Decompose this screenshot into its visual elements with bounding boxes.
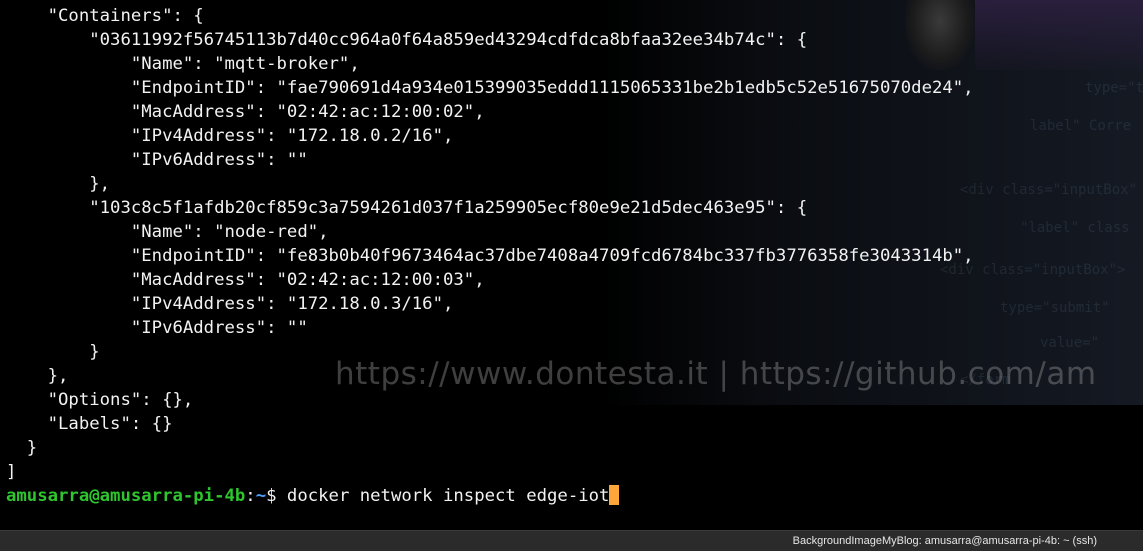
prompt-separator: : xyxy=(245,486,256,506)
terminal-output-line: } xyxy=(6,342,100,362)
terminal-output-line: "EndpointID": "fe83b0b40f9673464ac37dbe7… xyxy=(6,246,974,266)
terminal-output-line: "03611992f56745113b7d40cc964a0f64a859ed4… xyxy=(6,30,808,50)
terminal-output-line: "IPv4Address": "172.18.0.3/16", xyxy=(6,294,454,314)
terminal-output-line: "Containers": { xyxy=(6,6,204,26)
watermark-text: https://www.dontesta.it | https://github… xyxy=(335,356,1097,392)
status-bar: BackgroundImageMyBlog: amusarra@amusarra… xyxy=(0,530,1143,551)
terminal-output-line: }, xyxy=(6,174,111,194)
background-code-text: <div class="inputBox" xyxy=(960,182,1138,198)
terminal-output-line: } xyxy=(6,438,38,458)
background-image-accent xyxy=(975,0,1143,70)
command-prompt-line[interactable]: amusarra@amusarra-pi-4b:~$ docker networ… xyxy=(6,484,620,508)
terminal-output-line: }, xyxy=(6,366,69,386)
prompt-path: ~ xyxy=(255,486,267,506)
terminal-output-line: "Name": "mqtt-broker", xyxy=(6,54,360,74)
terminal-output-line: "MacAddress": "02:42:ac:12:00:02", xyxy=(6,102,485,122)
terminal-output-line: "Options": {}, xyxy=(6,390,194,410)
background-image-figure xyxy=(905,0,975,70)
terminal-output-line: "103c8c5f1afdb20cf859c3a7594261d037f1a25… xyxy=(6,198,808,218)
prompt-user-host: amusarra@amusarra-pi-4b xyxy=(6,486,246,506)
terminal-output-line: "IPv6Address": "" xyxy=(6,150,308,170)
background-code-text: type="submit" xyxy=(1000,300,1110,316)
terminal-window[interactable]: type="text" typeof label" Corre <div cla… xyxy=(0,0,1143,551)
terminal-output-line: "EndpointID": "fae790691d4a934e015399035… xyxy=(6,78,974,98)
terminal-output-line: ] xyxy=(6,462,17,482)
terminal-output-line: "Labels": {} xyxy=(6,414,173,434)
command-text[interactable]: docker network inspect edge-iot xyxy=(277,486,610,506)
terminal-output-line: "IPv6Address": "" xyxy=(6,318,308,338)
text-cursor xyxy=(609,485,620,505)
terminal-output-line: "MacAddress": "02:42:ac:12:00:03", xyxy=(6,270,485,290)
background-code-text: "label" class xyxy=(1020,220,1130,236)
terminal-output-line: "Name": "node-red", xyxy=(6,222,329,242)
background-code-text: label" Corre xyxy=(1030,118,1132,134)
prompt-symbol: $ xyxy=(266,486,277,506)
background-code-text: type="text" typeof xyxy=(1085,80,1143,96)
status-bar-title: BackgroundImageMyBlog: amusarra@amusarra… xyxy=(792,535,1097,547)
background-code-text: value=" xyxy=(1040,335,1100,351)
terminal-output-line: "IPv4Address": "172.18.0.2/16", xyxy=(6,126,454,146)
